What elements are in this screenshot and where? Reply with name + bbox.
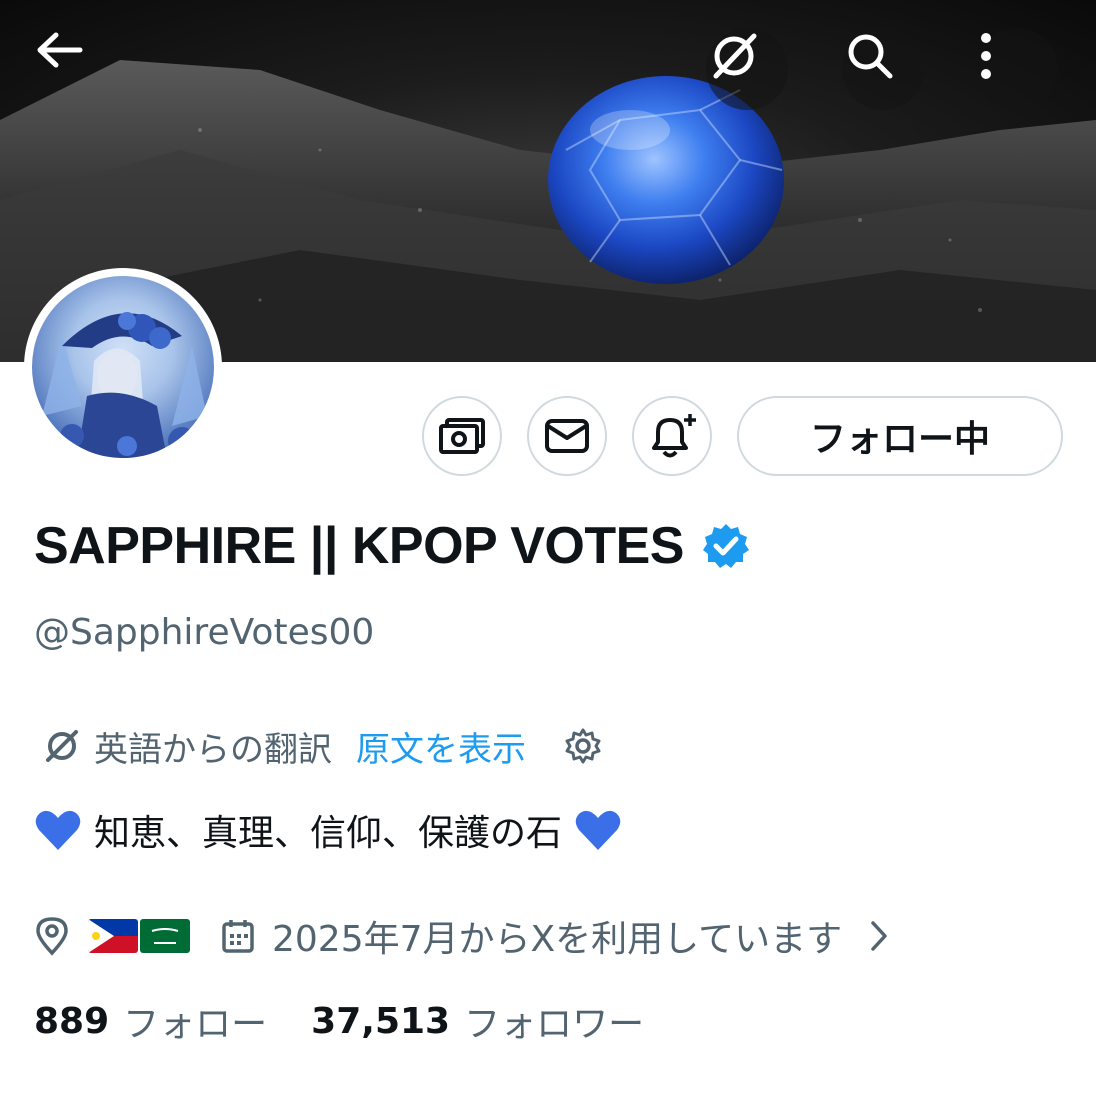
back-button[interactable]: [34, 30, 116, 112]
philippines-flag-icon: [88, 919, 138, 953]
translation-label: 英語からの翻訳: [94, 729, 332, 770]
subscribe-button[interactable]: [422, 396, 502, 476]
saudi-arabia-flag-icon: [140, 919, 190, 953]
profile-name-row: SAPPHIRE || KPOP VOTES: [34, 513, 750, 579]
following-link[interactable]: 889 フォロー: [34, 995, 267, 1047]
gear-icon[interactable]: [564, 727, 602, 765]
search-button[interactable]: [842, 28, 924, 110]
avatar-image: [32, 276, 214, 458]
more-button[interactable]: [976, 28, 1058, 110]
translate-toggle-button[interactable]: [706, 28, 788, 110]
chevron-right-icon[interactable]: [868, 919, 890, 953]
blue-heart-icon: [35, 810, 81, 850]
arrow-left-icon: [37, 32, 83, 68]
bio-text: 知恵、真理、信仰、保護の石: [94, 813, 563, 854]
following-count: 889: [34, 1000, 110, 1042]
bell-plus-icon: [652, 414, 696, 458]
calendar-icon: [222, 920, 254, 953]
money-icon: [439, 418, 485, 454]
translation-bar: 英語からの翻訳 原文を表示: [42, 722, 602, 770]
followers-label: フォロワー: [464, 1004, 645, 1045]
mail-icon: [545, 419, 589, 453]
translate-off-icon: [46, 730, 78, 762]
followers-link[interactable]: 37,513 フォロワー: [311, 995, 644, 1047]
location-pin-icon: [36, 917, 68, 956]
message-button[interactable]: [527, 396, 607, 476]
blue-heart-icon: [575, 810, 621, 850]
verified-badge-icon[interactable]: [702, 522, 750, 570]
avatar[interactable]: [24, 268, 222, 466]
more-vertical-icon: [981, 33, 991, 79]
translate-off-icon: [713, 33, 757, 79]
following-button[interactable]: フォロー中: [737, 396, 1063, 476]
profile-handle: @SapphireVotes00: [34, 612, 375, 653]
following-label: フォロー: [123, 1004, 268, 1045]
profile-meta: 2025年7月からXを利用しています: [34, 910, 890, 962]
display-name: SAPPHIRE || KPOP VOTES: [34, 517, 684, 575]
notify-button[interactable]: [632, 396, 712, 476]
joined-date: 2025年7月からXを利用しています: [272, 919, 843, 960]
show-original-link[interactable]: 原文を表示: [356, 722, 526, 771]
search-icon: [848, 34, 893, 79]
followers-count: 37,513: [311, 1000, 451, 1042]
profile-stats: 889 フォロー 37,513 フォロワー: [34, 996, 644, 1046]
profile-bio: 知恵、真理、信仰、保護の石: [34, 805, 622, 855]
